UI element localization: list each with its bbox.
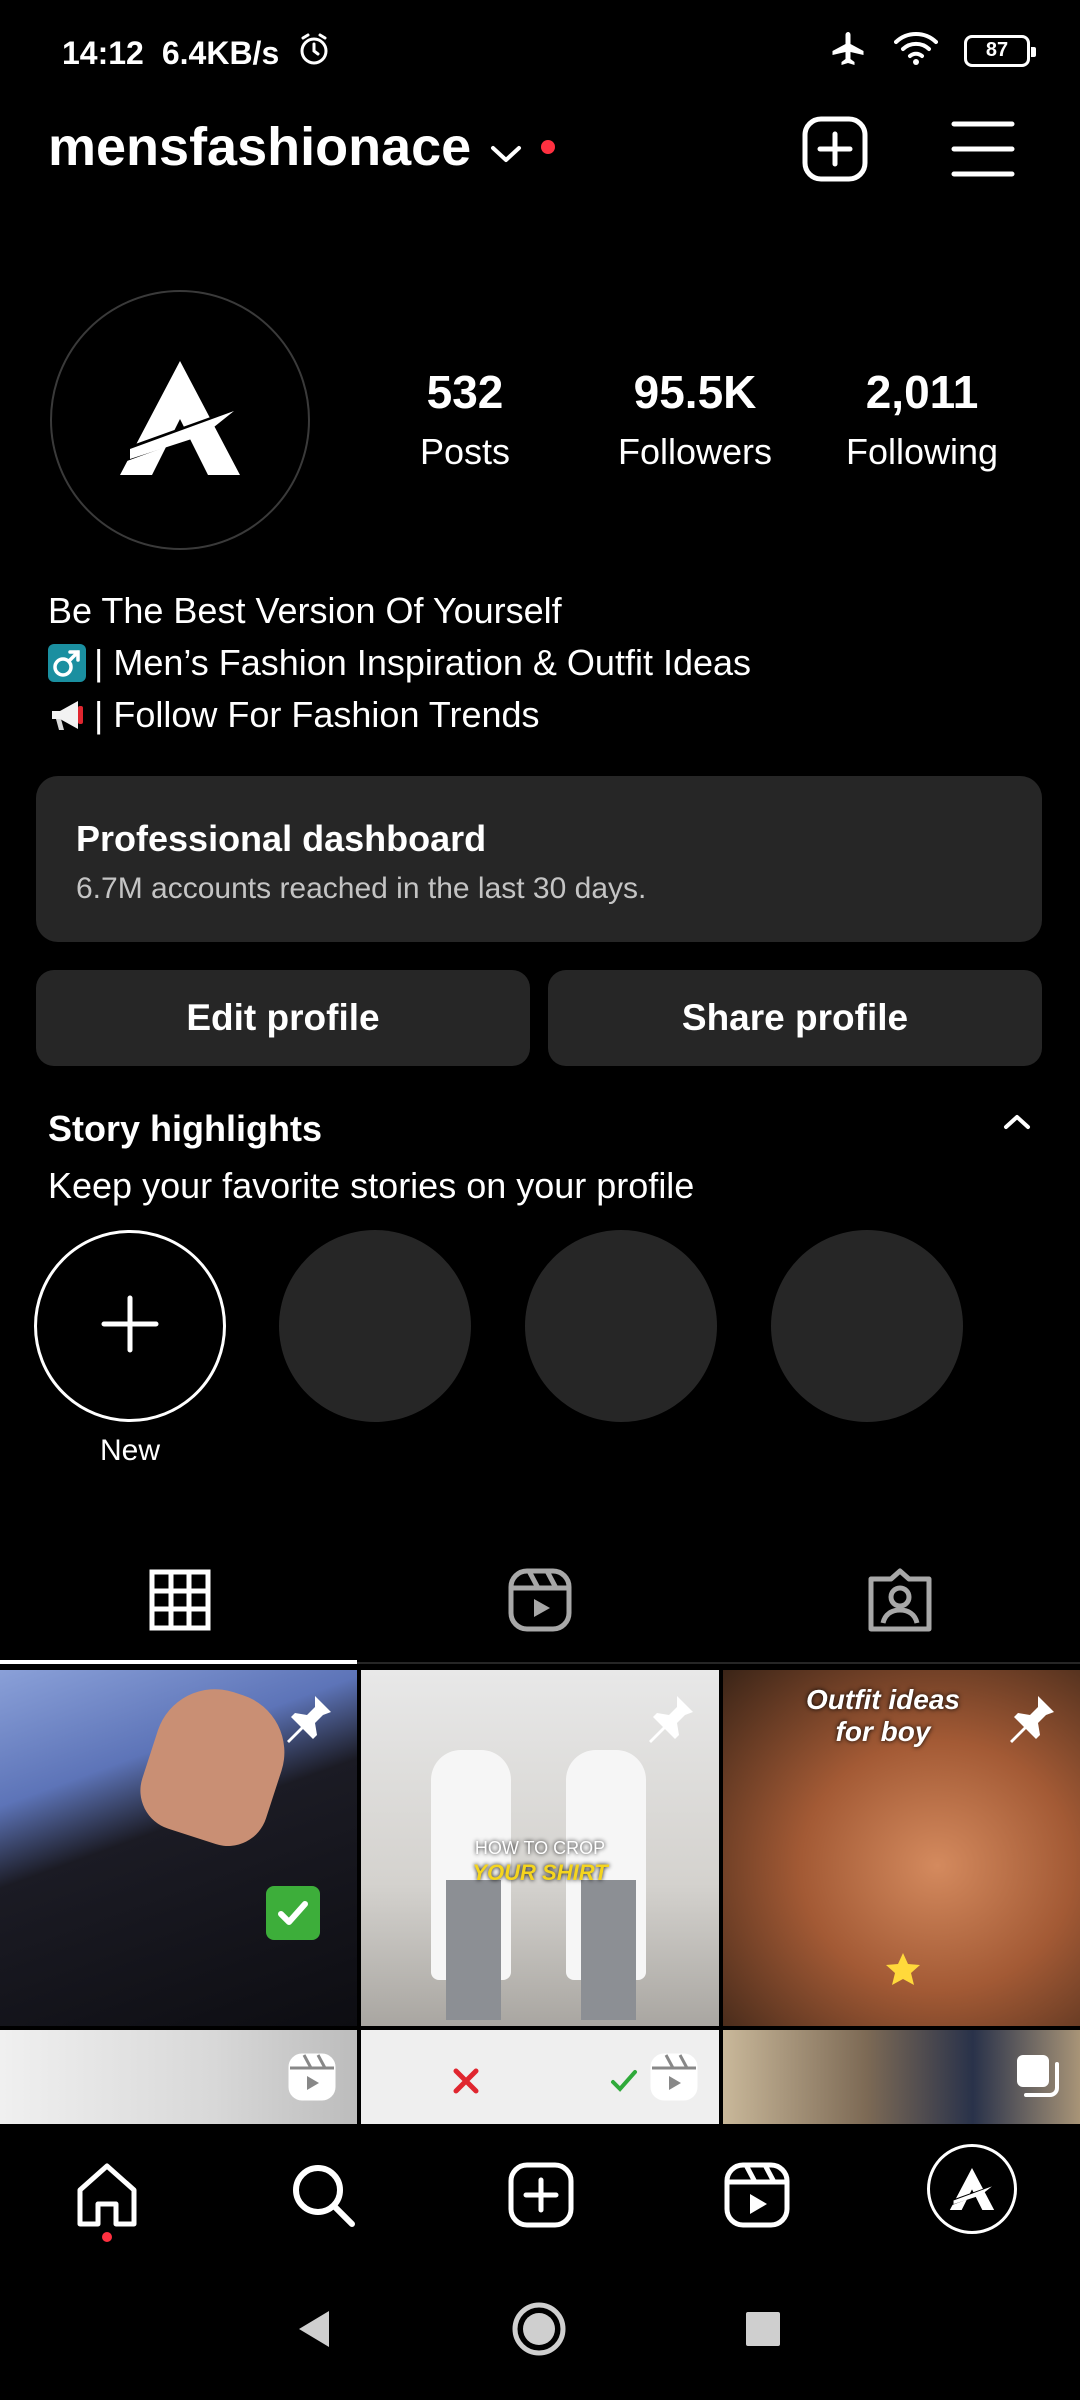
post-thumbnail[interactable] — [0, 1670, 357, 2026]
cross-mark-icon — [451, 2066, 481, 2101]
post-thumbnail[interactable]: HOW TO CROP YOUR SHIRT — [361, 1670, 719, 2026]
profile-avatar[interactable] — [50, 290, 310, 550]
stat-label: Followers — [617, 431, 773, 472]
reels-icon — [507, 1567, 573, 1638]
create-post-icon[interactable] — [800, 114, 870, 189]
stat-label: Following — [845, 431, 999, 472]
post-thumbnail[interactable] — [723, 2030, 1080, 2124]
brand-logo-icon — [110, 353, 250, 488]
male-sign-emoji — [48, 644, 86, 682]
carousel-icon — [1014, 2052, 1060, 2103]
pin-icon — [1004, 1692, 1058, 1751]
post-thumbnail[interactable]: Outfit ideas for boy — [723, 1670, 1080, 2026]
chevron-up-icon[interactable] — [1002, 1112, 1032, 1137]
create-icon[interactable] — [496, 2150, 586, 2240]
pin-icon — [281, 1692, 335, 1751]
dashboard-subtitle: 6.7M accounts reached in the last 30 day… — [76, 872, 647, 905]
home-notification-dot — [102, 2232, 112, 2242]
tagged-icon — [867, 1567, 933, 1638]
highlight-placeholder — [279, 1230, 471, 1422]
reels-icon — [649, 2052, 699, 2107]
stat-following[interactable]: 2,011 Following — [812, 365, 1032, 473]
stat-followers[interactable]: 95.5K Followers — [585, 365, 805, 473]
post-thumbnail[interactable] — [361, 2030, 719, 2124]
profile-header: mensfashionace — [0, 110, 1080, 220]
home-button-icon[interactable] — [504, 2294, 574, 2364]
highlights-title: Story highlights — [48, 1108, 322, 1149]
share-profile-button[interactable]: Share profile — [548, 970, 1042, 1066]
recent-apps-icon[interactable] — [728, 2294, 798, 2364]
status-net-speed: 6.4KB/s — [161, 34, 280, 71]
new-highlight-button[interactable] — [34, 1230, 226, 1422]
pin-icon — [643, 1692, 697, 1751]
status-bar: 14:12 6.4KB/s 87 — [0, 0, 1080, 110]
status-right: 87 — [828, 28, 1036, 73]
back-icon[interactable] — [278, 2294, 348, 2364]
profile-avatar[interactable] — [927, 2144, 1017, 2234]
profile-tabs — [0, 1540, 1080, 1664]
bio-line: Be The Best Version Of Yourself — [48, 585, 751, 637]
tab-tagged[interactable] — [720, 1540, 1080, 1664]
search-icon[interactable] — [278, 2150, 368, 2240]
status-left: 14:12 6.4KB/s — [62, 32, 331, 74]
check-mark-icon — [609, 2066, 639, 2101]
chevron-down-icon — [489, 116, 523, 178]
status-time: 14:12 — [62, 34, 144, 71]
tab-divider — [357, 1662, 1080, 1664]
battery-level: 87 — [985, 39, 1009, 61]
username: mensfashionace — [48, 117, 472, 177]
bio-text: | Follow For Fashion Trends — [94, 694, 540, 735]
figure-shape — [581, 1880, 636, 2020]
stat-value: 2,011 — [865, 366, 979, 418]
wifi-icon — [894, 30, 938, 71]
menu-icon[interactable] — [950, 118, 1016, 185]
active-tab-indicator — [0, 1660, 357, 1664]
stat-posts[interactable]: 532 Posts — [355, 365, 575, 473]
reels-icon — [287, 2052, 337, 2107]
new-highlight-label: New — [99, 1434, 160, 1467]
stat-value: 95.5K — [633, 366, 757, 418]
caption-line: HOW TO CROP — [474, 1838, 606, 1858]
account-switcher[interactable]: mensfashionace — [48, 116, 556, 178]
tab-reels[interactable] — [360, 1540, 720, 1664]
highlight-placeholder — [525, 1230, 717, 1422]
caption-line: YOUR SHIRT — [472, 1860, 608, 1885]
plus-icon — [100, 1294, 160, 1359]
bio-line: | Follow For Fashion Trends — [48, 689, 751, 741]
figure-shape — [446, 1880, 501, 2020]
check-mark-icon — [266, 1886, 320, 1940]
stat-label: Posts — [419, 431, 511, 472]
dashboard-title: Professional dashboard — [76, 818, 487, 859]
caption-line: for boy — [835, 1716, 931, 1747]
highlights-subtitle: Keep your favorite stories on your profi… — [48, 1165, 695, 1206]
bio-text: Be The Best Version Of Yourself — [48, 590, 562, 631]
system-navigation — [0, 2264, 1080, 2400]
battery-icon: 87 — [964, 34, 1036, 67]
bio-text: | Men’s Fashion Inspiration & Outfit Ide… — [94, 642, 752, 683]
highlight-placeholder — [771, 1230, 963, 1422]
star-icon — [883, 1950, 923, 1995]
professional-dashboard-card[interactable]: Professional dashboard 6.7M accounts rea… — [36, 776, 1042, 942]
stat-value: 532 — [426, 366, 504, 418]
megaphone-emoji — [48, 696, 86, 734]
reels-icon[interactable] — [712, 2150, 802, 2240]
profile-bio: Be The Best Version Of Yourself | Men’s … — [48, 585, 751, 741]
notification-dot — [541, 140, 556, 154]
grid-icon — [148, 1568, 212, 1637]
bio-line: | Men’s Fashion Inspiration & Outfit Ide… — [48, 637, 751, 689]
caption-line: Outfit ideas — [805, 1684, 960, 1715]
hand-shape — [130, 1673, 300, 1857]
home-icon[interactable] — [62, 2150, 152, 2240]
alarm-icon — [297, 32, 331, 74]
airplane-icon — [828, 28, 868, 73]
bottom-navigation — [0, 2124, 1080, 2264]
tab-grid[interactable] — [0, 1540, 360, 1664]
post-thumbnail[interactable] — [0, 2030, 357, 2124]
edit-profile-button[interactable]: Edit profile — [36, 970, 530, 1066]
